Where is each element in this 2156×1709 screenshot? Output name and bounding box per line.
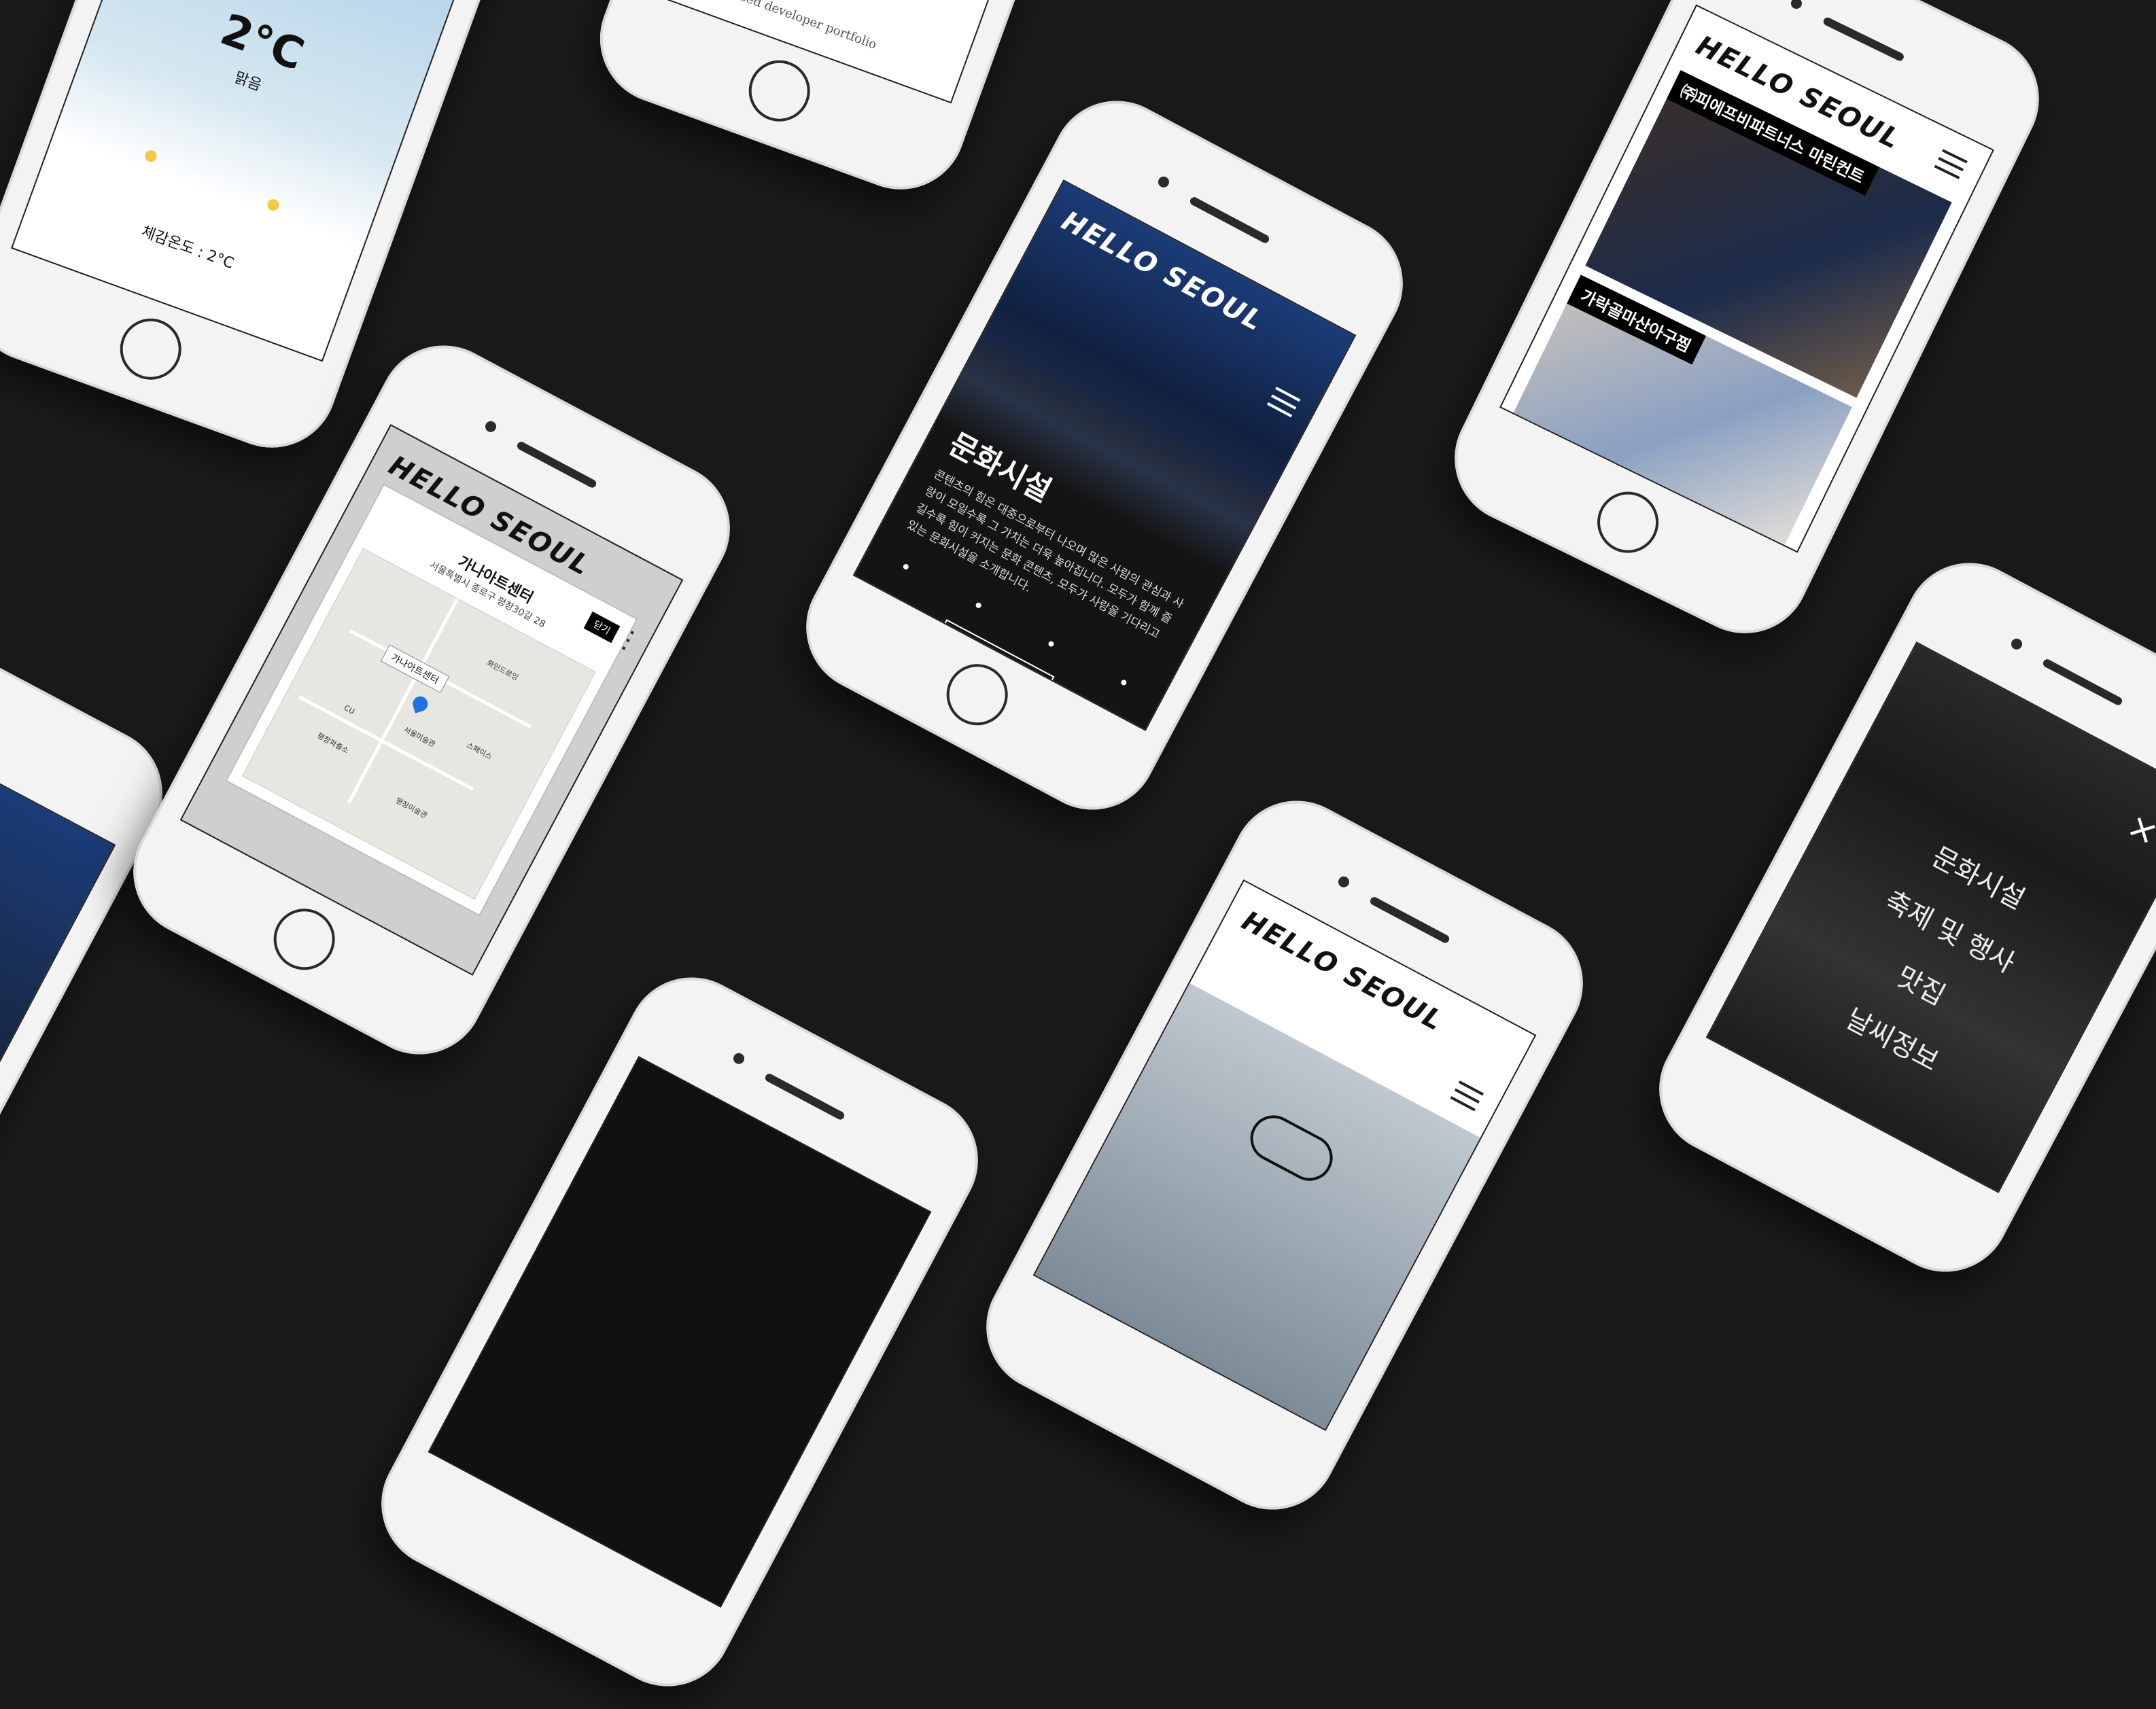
page-dot[interactable] — [901, 563, 909, 571]
earpiece — [1368, 896, 1451, 945]
weather-temp: 2°C — [214, 4, 311, 81]
portfolio-screen: reed developer portfolio — [640, 0, 1114, 104]
portfolio-caption: reed developer portfolio — [732, 0, 879, 52]
poi-label: 평창파출소 — [315, 730, 351, 756]
hamburger-menu-icon[interactable] — [1450, 1080, 1484, 1112]
map-screen: HELLO SEOUL 가나아트센터 서울특별시 종로구 평창30길 28 닫기… — [179, 424, 684, 976]
restaurant-screen: HELLO SEOUL ㈜피에프비파트너스 마린컨트 가락골마산아구찜 — [1499, 4, 1994, 553]
phone-partial-bottom — [358, 954, 1001, 1709]
home-button[interactable] — [935, 653, 1019, 737]
earpiece — [1188, 196, 1271, 245]
menu-screen: × 문화시설 축제 및 행사 맛집 날씨정보 — [1705, 641, 2156, 1193]
poi-label: 서울미술관 — [402, 724, 437, 749]
poi-label: 스페이스 — [465, 740, 494, 762]
front-camera — [1789, 0, 1804, 11]
page-dot[interactable] — [1047, 639, 1055, 648]
partial-screen — [0, 689, 116, 1241]
earpiece — [2041, 658, 2124, 707]
page-dot[interactable] — [974, 601, 982, 609]
earpiece — [515, 440, 598, 489]
cloudy-sky — [1034, 983, 1480, 1430]
poi-label: 화인드로잉 — [485, 658, 520, 682]
weather-screen: 2°C 맑음 체감온도 : 2°C — [11, 0, 485, 362]
earpiece — [1822, 16, 1905, 63]
phone-map: HELLO SEOUL 가나아트센터 서울특별시 종로구 평창30길 28 닫기… — [110, 322, 753, 1078]
weather-cloudy-screen: HELLO SEOUL — [1032, 879, 1537, 1431]
cloud-icon — [1242, 1107, 1341, 1189]
hamburger-menu-icon[interactable] — [1266, 386, 1301, 418]
home-button[interactable] — [740, 52, 819, 130]
sunflower-field — [51, 103, 375, 254]
front-camera — [2009, 636, 2024, 652]
page-dot[interactable] — [1119, 678, 1128, 686]
phone-menu: × 문화시설 축제 및 행사 맛집 날씨정보 — [1636, 540, 2156, 1295]
earpiece — [763, 1072, 846, 1121]
partial-screen — [428, 1056, 932, 1608]
close-icon[interactable]: × — [2120, 805, 2156, 854]
poi-label: 평창미술관 — [394, 796, 429, 820]
home-button[interactable] — [111, 310, 190, 389]
phone-culture: HELLO SEOUL 문화시설 콘텐츠의 힘은 대중으로부터 나오며 많은 사… — [783, 77, 1426, 833]
phone-weather-cloudy: HELLO SEOUL — [963, 777, 1606, 1533]
home-button[interactable] — [1586, 481, 1669, 563]
map-pin-icon[interactable] — [411, 694, 430, 713]
front-camera — [483, 419, 498, 434]
front-camera — [1156, 174, 1171, 190]
hamburger-menu-icon[interactable] — [1934, 149, 1968, 179]
culture-screen: HELLO SEOUL 문화시설 콘텐츠의 힘은 대중으로부터 나오며 많은 사… — [852, 179, 1357, 731]
marker-label: 가나아트센터 — [381, 644, 450, 693]
phone-partial-left — [0, 587, 186, 1343]
home-button[interactable] — [262, 898, 346, 981]
phone-restaurants: HELLO SEOUL ㈜피에프비파트너스 마린컨트 가락골마산아구찜 — [1432, 0, 2062, 656]
poi-label: CU — [343, 703, 357, 716]
front-camera — [731, 1051, 746, 1066]
front-camera — [1336, 874, 1351, 889]
